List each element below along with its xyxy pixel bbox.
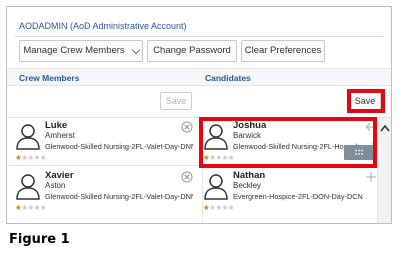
clear-preferences-label: Clear Preferences: [244, 45, 322, 56]
figure-caption: Figure 1: [9, 232, 70, 247]
unit-assignment: Glenwood-Skilled Nursing-2FL-Valet-Day-D…: [45, 142, 193, 151]
crew-manager-panel: AODADMIN (AoD Administrative Account) Ma…: [6, 6, 392, 224]
crew-member-card[interactable]: Luke Amherst Glenwood-Skilled Nursing-2F…: [15, 119, 193, 169]
plus-icon[interactable]: [365, 171, 377, 183]
chevron-down-icon: [131, 45, 140, 54]
crew-members-heading: Crew Members: [19, 73, 80, 83]
account-title: AODADMIN (AoD Administrative Account): [19, 21, 187, 31]
close-circle-icon[interactable]: [181, 121, 193, 133]
crew-member-card[interactable]: Xavier Aston Glenwood-Skilled Nursing-2F…: [15, 169, 193, 219]
rating-stars: ★★★★★: [203, 203, 235, 212]
candidates-heading: Candidates: [205, 73, 251, 83]
candidates-scrollbar[interactable]: [377, 118, 391, 223]
person-icon: [16, 124, 40, 150]
unit-assignment: Glenwood-Skilled Nursing-2FL-Valet-Day-D…: [45, 192, 193, 201]
manage-crew-label: Manage Crew Members: [23, 45, 125, 56]
candidate-card[interactable]: Nathan Beckley Evergreen-Hospice-2FL-DON…: [203, 169, 381, 219]
manage-crew-dropdown[interactable]: Manage Crew Members: [19, 40, 143, 62]
person-icon: [16, 174, 40, 200]
rating-stars: ★★★★★: [15, 153, 47, 162]
save-highlight-box: [347, 89, 385, 113]
person-icon: [204, 174, 228, 200]
last-name: Aston: [45, 181, 66, 190]
last-name: Beckley: [233, 181, 262, 190]
unit-assignment: Evergreen-Hospice-2FL-DON-Day-DCN: [233, 192, 363, 201]
first-name: Luke: [45, 120, 68, 131]
clear-preferences-button[interactable]: Clear Preferences: [241, 40, 325, 62]
chevron-up-icon[interactable]: [380, 124, 390, 132]
header-divider: [15, 36, 383, 37]
candidate-highlight-box: [199, 117, 377, 168]
change-password-button[interactable]: Change Password: [147, 40, 237, 62]
crew-save-button[interactable]: Save: [160, 92, 192, 110]
last-name: Amherst: [45, 131, 75, 140]
first-name: Xavier: [45, 170, 74, 181]
rating-stars: ★★★★★: [15, 203, 47, 212]
close-circle-icon[interactable]: [181, 171, 193, 183]
first-name: Nathan: [233, 170, 266, 181]
change-password-label: Change Password: [153, 45, 231, 56]
section-header-bar: Crew Members Candidates: [7, 68, 391, 86]
